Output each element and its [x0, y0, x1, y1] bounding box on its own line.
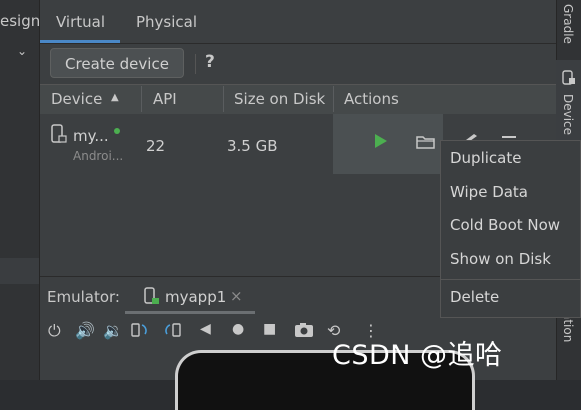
api-level: 22	[146, 137, 166, 155]
size-on-disk: 3.5 GB	[227, 137, 278, 155]
gradle-tab[interactable]: Gradle	[561, 4, 575, 44]
column-header-size[interactable]: Size on Disk	[234, 90, 325, 108]
toolbar-divider	[195, 54, 196, 74]
phone-icon	[51, 124, 67, 143]
column-header-api[interactable]: API	[153, 90, 177, 108]
device-manager-icon	[562, 70, 575, 85]
rotate-left-icon[interactable]	[130, 321, 150, 339]
volume-up-icon[interactable]: 🔊	[75, 321, 95, 340]
volume-down-icon[interactable]: 🔉	[103, 321, 123, 340]
running-status-dot	[114, 128, 120, 134]
device-type: Androi...	[73, 149, 124, 163]
power-icon[interactable]: ⏻	[48, 321, 61, 341]
menu-item-duplicate[interactable]: Duplicate	[450, 149, 521, 167]
close-icon[interactable]: ×	[230, 287, 243, 305]
overview-icon[interactable]: ■	[263, 321, 276, 337]
design-tab[interactable]: esign	[0, 12, 40, 30]
column-header-device[interactable]: Device	[51, 90, 102, 108]
device-name: my...	[73, 127, 109, 145]
menu-item-delete[interactable]: Delete	[450, 288, 499, 306]
tab-physical[interactable]: Physical	[136, 13, 197, 31]
left-selected-row	[0, 258, 39, 284]
emulator-tab-name[interactable]: myapp1	[165, 288, 226, 306]
back-icon[interactable]: ◀	[200, 321, 211, 337]
column-header-actions: Actions	[344, 90, 399, 108]
help-icon[interactable]: ?	[205, 52, 215, 72]
column-divider[interactable]	[223, 86, 224, 112]
menu-item-wipe-data[interactable]: Wipe Data	[450, 183, 528, 201]
tab-virtual[interactable]: Virtual	[56, 13, 105, 31]
folder-icon[interactable]	[416, 134, 436, 150]
play-icon[interactable]	[373, 133, 389, 149]
chevron-down-icon[interactable]: ⌄	[17, 44, 27, 58]
tab-divider	[40, 43, 556, 44]
watermark: CSDN @追哈	[332, 340, 503, 371]
emulator-tab-indicator	[125, 311, 255, 314]
menu-item-show-on-disk[interactable]: Show on Disk	[450, 250, 551, 268]
column-divider[interactable]	[141, 86, 142, 112]
menu-item-cold-boot[interactable]: Cold Boot Now	[450, 216, 560, 234]
home-icon[interactable]: ●	[232, 321, 244, 337]
sort-ascending-icon[interactable]: ▲	[111, 92, 119, 103]
menu-divider	[441, 279, 581, 280]
left-tool-strip: esign ⌄	[0, 0, 40, 380]
emulator-label: Emulator:	[47, 288, 120, 306]
column-divider[interactable]	[333, 86, 334, 112]
phone-icon	[144, 287, 159, 304]
rotate-right-icon[interactable]	[163, 321, 183, 339]
more-actions-icon[interactable]	[502, 136, 516, 138]
create-device-button[interactable]: Create device	[50, 48, 184, 78]
camera-icon[interactable]	[294, 322, 314, 338]
